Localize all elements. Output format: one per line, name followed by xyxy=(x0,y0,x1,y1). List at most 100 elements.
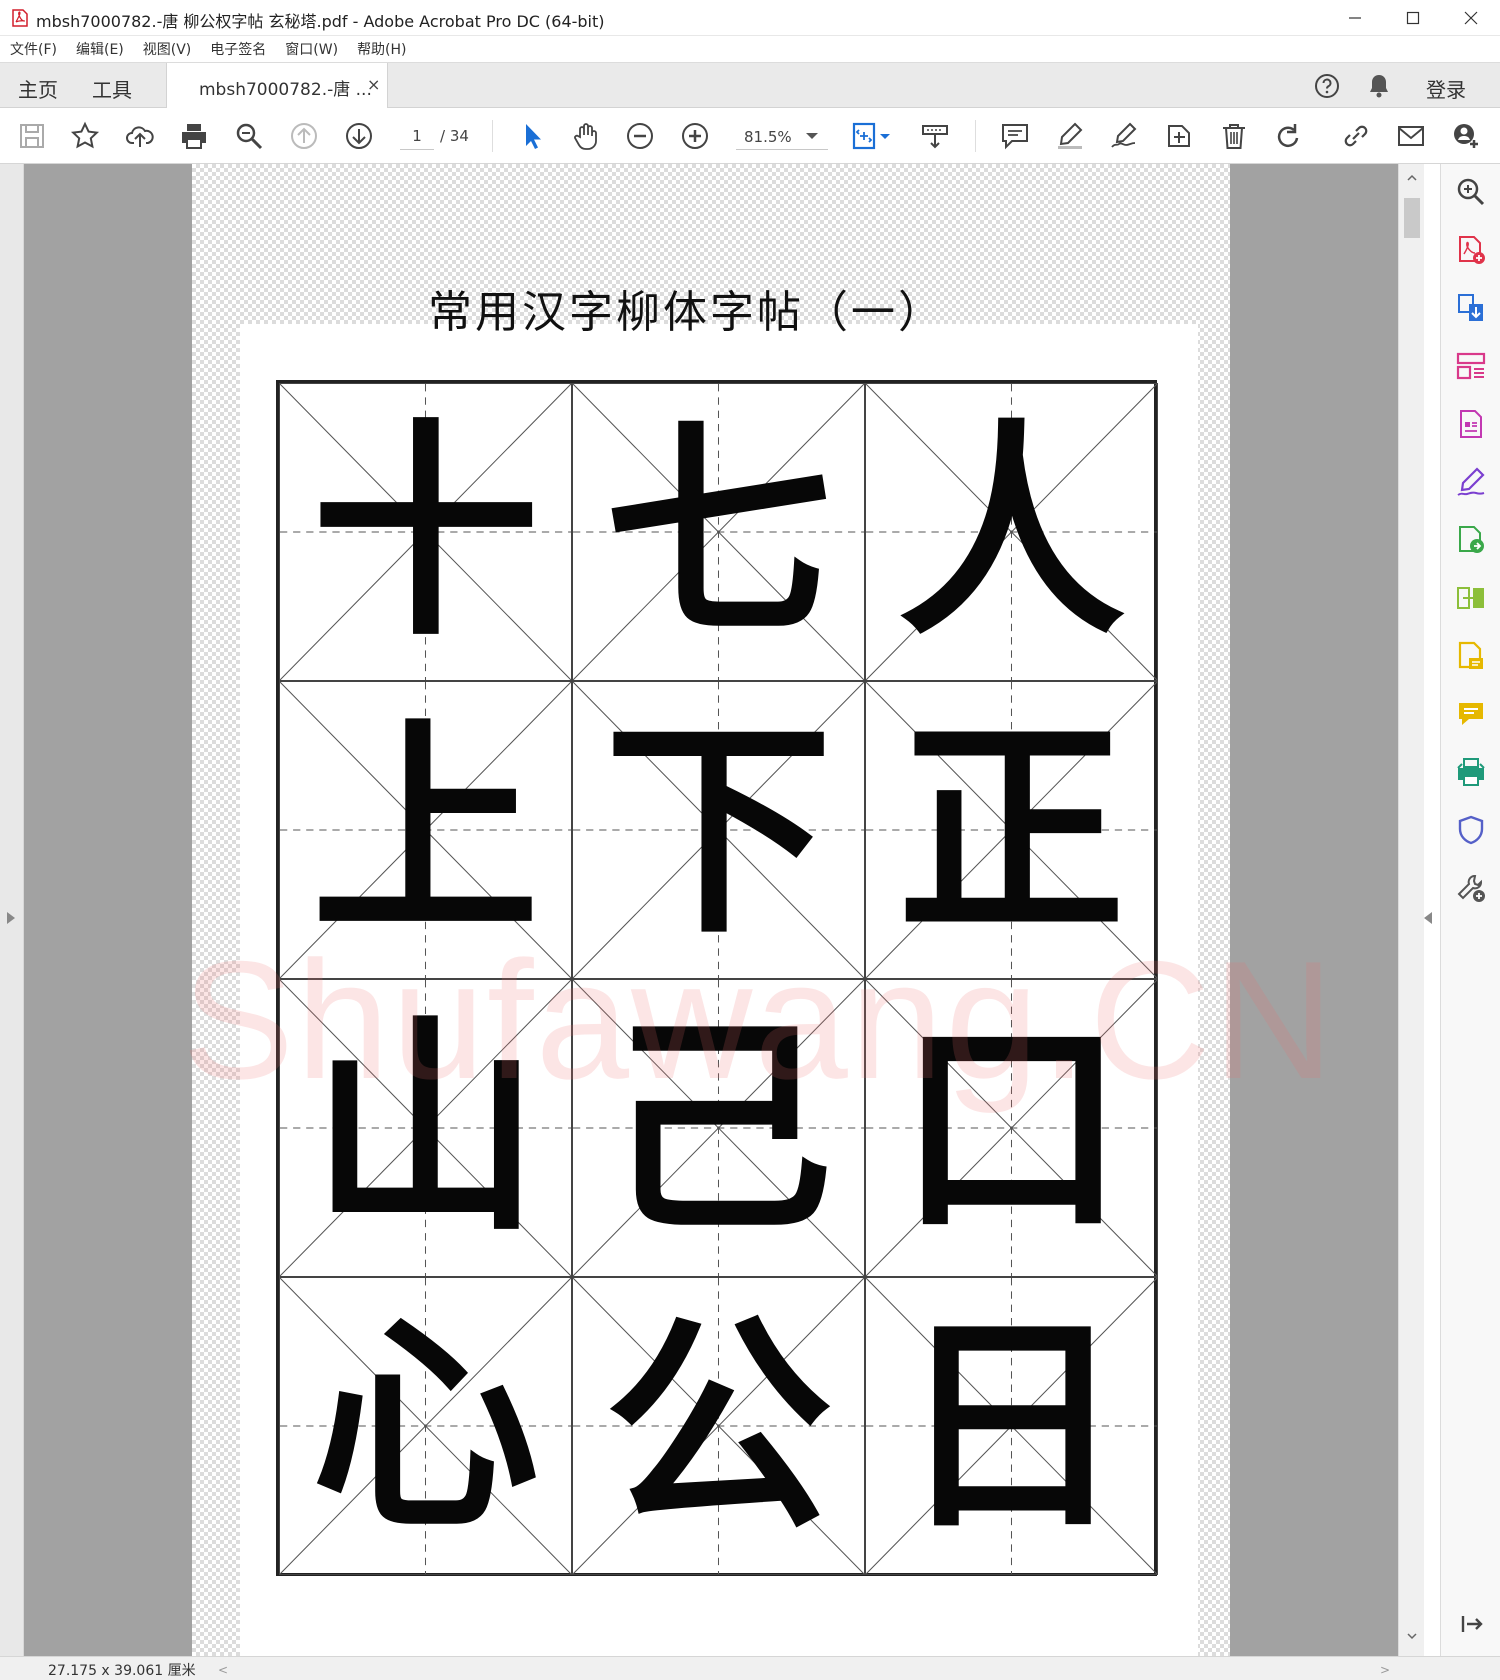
document-viewport[interactable]: 常用汉字柳体字帖（一） 十 七 人 上 下 正 山 己 口 心 公 日 xyxy=(24,164,1398,1656)
zoom-out-icon xyxy=(627,123,653,149)
highlight-button[interactable] xyxy=(1054,120,1086,152)
grid-cell: 口 xyxy=(865,979,1158,1277)
vertical-scrollbar[interactable] xyxy=(1398,164,1424,1656)
organize-pages-icon xyxy=(1456,352,1486,380)
print-icon xyxy=(182,124,206,149)
calligraphy-character: 人 xyxy=(897,398,1126,666)
print-production-button[interactable] xyxy=(1455,756,1487,788)
title-bar: mbsh7000782.-唐 柳公权字帖 玄秘塔.pdf - Adobe Acr… xyxy=(0,0,1500,36)
upload-button[interactable] xyxy=(124,120,156,152)
help-icon[interactable] xyxy=(1313,72,1341,100)
send-for-review-button[interactable] xyxy=(1455,524,1487,556)
save-button[interactable] xyxy=(16,120,48,152)
maximize-button[interactable] xyxy=(1384,0,1442,36)
calligraphy-character: 十 xyxy=(311,398,540,666)
tab-document[interactable]: mbsh7000782.-唐 ... × xyxy=(166,63,388,109)
left-navigation-pane-toggle[interactable] xyxy=(0,164,24,1656)
page-size-readout: 27.175 x 39.061 厘米 xyxy=(48,1663,196,1679)
protect-button[interactable] xyxy=(1455,814,1487,846)
page-display-button[interactable] xyxy=(850,120,894,152)
calligraphy-character: 山 xyxy=(311,994,540,1262)
login-link[interactable]: 登录 xyxy=(1426,74,1466,103)
stamp-button[interactable] xyxy=(1163,120,1195,152)
scroll-thumb[interactable] xyxy=(1404,198,1420,238)
calligraphy-character: 日 xyxy=(897,1292,1126,1560)
scroll-up-icon[interactable] xyxy=(1406,172,1418,184)
enhance-scans-icon xyxy=(1458,641,1483,669)
toolbar-divider xyxy=(975,120,976,152)
keyboard-scroll-icon xyxy=(922,125,948,149)
zoom-select[interactable]: 81.5% xyxy=(736,122,828,150)
pdf-page: 常用汉字柳体字帖（一） 十 七 人 上 下 正 山 己 口 心 公 日 xyxy=(192,164,1230,1656)
add-user-icon xyxy=(1454,124,1478,148)
zoom-out-button[interactable] xyxy=(624,120,656,152)
scroll-down-icon[interactable] xyxy=(1406,1630,1418,1642)
page-display-icon xyxy=(852,122,890,150)
rotate-button[interactable] xyxy=(1272,120,1304,152)
zoom-in-button[interactable] xyxy=(679,120,711,152)
highlight-pen-icon xyxy=(1058,122,1083,149)
collapse-right-pane-arrow-icon[interactable] xyxy=(1424,912,1432,924)
tab-close-button[interactable]: × xyxy=(367,75,380,94)
delete-button[interactable] xyxy=(1218,120,1250,152)
expand-left-pane-icon xyxy=(7,912,15,924)
calligraphy-character: 公 xyxy=(604,1292,833,1560)
zoom-value: 81.5% xyxy=(744,128,792,146)
select-tool-button[interactable] xyxy=(516,120,548,152)
add-user-button[interactable] xyxy=(1450,120,1482,152)
edit-pdf-button[interactable] xyxy=(1455,408,1487,440)
notification-bell-icon[interactable] xyxy=(1366,72,1392,100)
edit-pdf-icon xyxy=(1460,410,1482,438)
page-heading: 常用汉字柳体字帖（一） xyxy=(428,287,945,338)
next-page-button[interactable] xyxy=(343,120,375,152)
collapse-tools-pane-button[interactable] xyxy=(1455,1608,1487,1640)
menu-view[interactable]: 视图(V) xyxy=(143,39,192,59)
tab-tools[interactable]: 工具 xyxy=(92,74,132,103)
grid-cell: 七 xyxy=(572,383,865,681)
menu-file[interactable]: 文件(F) xyxy=(10,39,57,59)
grid-cell: 心 xyxy=(279,1277,572,1575)
create-pdf-button[interactable] xyxy=(1455,234,1487,266)
page-number-input[interactable]: 1 xyxy=(400,122,434,150)
scroll-mode-button[interactable] xyxy=(919,120,951,152)
tab-home[interactable]: 主页 xyxy=(18,74,58,103)
grid-cell: 山 xyxy=(279,979,572,1277)
fill-sign-button[interactable] xyxy=(1455,466,1487,498)
calligraphy-character: 己 xyxy=(604,994,833,1262)
zoom-tool-button[interactable] xyxy=(1455,176,1487,208)
hand-tool-button[interactable] xyxy=(570,120,602,152)
comment-tool-icon xyxy=(1459,703,1483,725)
email-button[interactable] xyxy=(1395,120,1427,152)
upload-cloud-icon xyxy=(126,126,154,147)
toolbar-divider xyxy=(492,120,493,152)
compare-files-button[interactable] xyxy=(1455,582,1487,614)
print-production-icon xyxy=(1457,758,1485,786)
organize-pages-button[interactable] xyxy=(1455,350,1487,382)
more-tools-button[interactable] xyxy=(1455,872,1487,904)
bookmark-button[interactable] xyxy=(69,120,101,152)
zoom-in-icon xyxy=(682,123,708,149)
stamp-icon xyxy=(1168,125,1190,147)
sign-button[interactable] xyxy=(1108,120,1140,152)
enhance-scans-button[interactable] xyxy=(1455,640,1487,672)
scroll-left-icon[interactable]: < xyxy=(218,1663,228,1677)
window-title: mbsh7000782.-唐 柳公权字帖 玄秘塔.pdf - Adobe Acr… xyxy=(36,12,605,31)
print-button[interactable] xyxy=(178,120,210,152)
menu-help[interactable]: 帮助(H) xyxy=(357,39,406,59)
menu-esign[interactable]: 电子签名 xyxy=(210,39,266,59)
scroll-right-icon[interactable]: > xyxy=(1380,1663,1390,1677)
link-button[interactable] xyxy=(1340,120,1372,152)
find-icon xyxy=(236,123,263,150)
menu-window[interactable]: 窗口(W) xyxy=(285,39,338,59)
export-pdf-button[interactable] xyxy=(1455,292,1487,324)
comment-button[interactable] xyxy=(999,120,1031,152)
calligraphy-character: 七 xyxy=(604,398,833,666)
minimize-button[interactable] xyxy=(1326,0,1384,36)
previous-page-button[interactable] xyxy=(288,120,320,152)
calligraphy-character: 正 xyxy=(897,696,1126,964)
save-icon xyxy=(20,124,44,148)
close-button[interactable] xyxy=(1442,0,1500,36)
comment-tool-button[interactable] xyxy=(1455,698,1487,730)
menu-edit[interactable]: 编辑(E) xyxy=(76,39,124,59)
find-button[interactable] xyxy=(233,120,265,152)
